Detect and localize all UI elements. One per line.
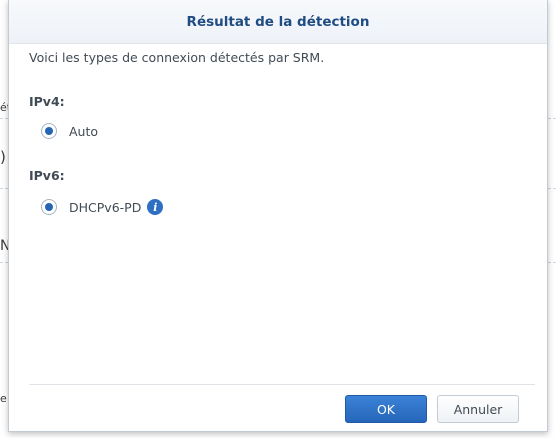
ipv4-option-row[interactable]: Auto xyxy=(41,122,98,140)
ipv4-option-label: Auto xyxy=(69,123,99,139)
ipv6-dhcpv6-pd-radio[interactable] xyxy=(41,199,57,215)
intro-text: Voici les types de connexion détectés pa… xyxy=(29,50,325,65)
detection-result-dialog: Résultat de la détection Voici les types… xyxy=(8,0,548,432)
ipv4-auto-radio[interactable] xyxy=(41,123,57,139)
ipv6-option-row[interactable]: DHCPv6-PD i xyxy=(41,198,164,216)
radio-selected-dot xyxy=(45,127,53,135)
ipv4-label: IPv4: xyxy=(29,94,65,109)
background-text-fragment: ) xyxy=(0,148,6,166)
footer-divider xyxy=(29,384,535,385)
info-icon[interactable]: i xyxy=(147,199,164,215)
radio-selected-dot xyxy=(45,203,53,211)
cancel-button[interactable]: Annuler xyxy=(437,395,519,423)
dialog-header: Résultat de la détection xyxy=(9,0,547,44)
ipv6-option-label: DHCPv6-PD xyxy=(69,199,142,215)
ipv6-label: IPv6: xyxy=(29,168,65,183)
ok-button[interactable]: OK xyxy=(345,395,427,423)
background-text-fragment: e xyxy=(0,392,7,405)
dialog-title: Résultat de la détection xyxy=(186,14,370,30)
